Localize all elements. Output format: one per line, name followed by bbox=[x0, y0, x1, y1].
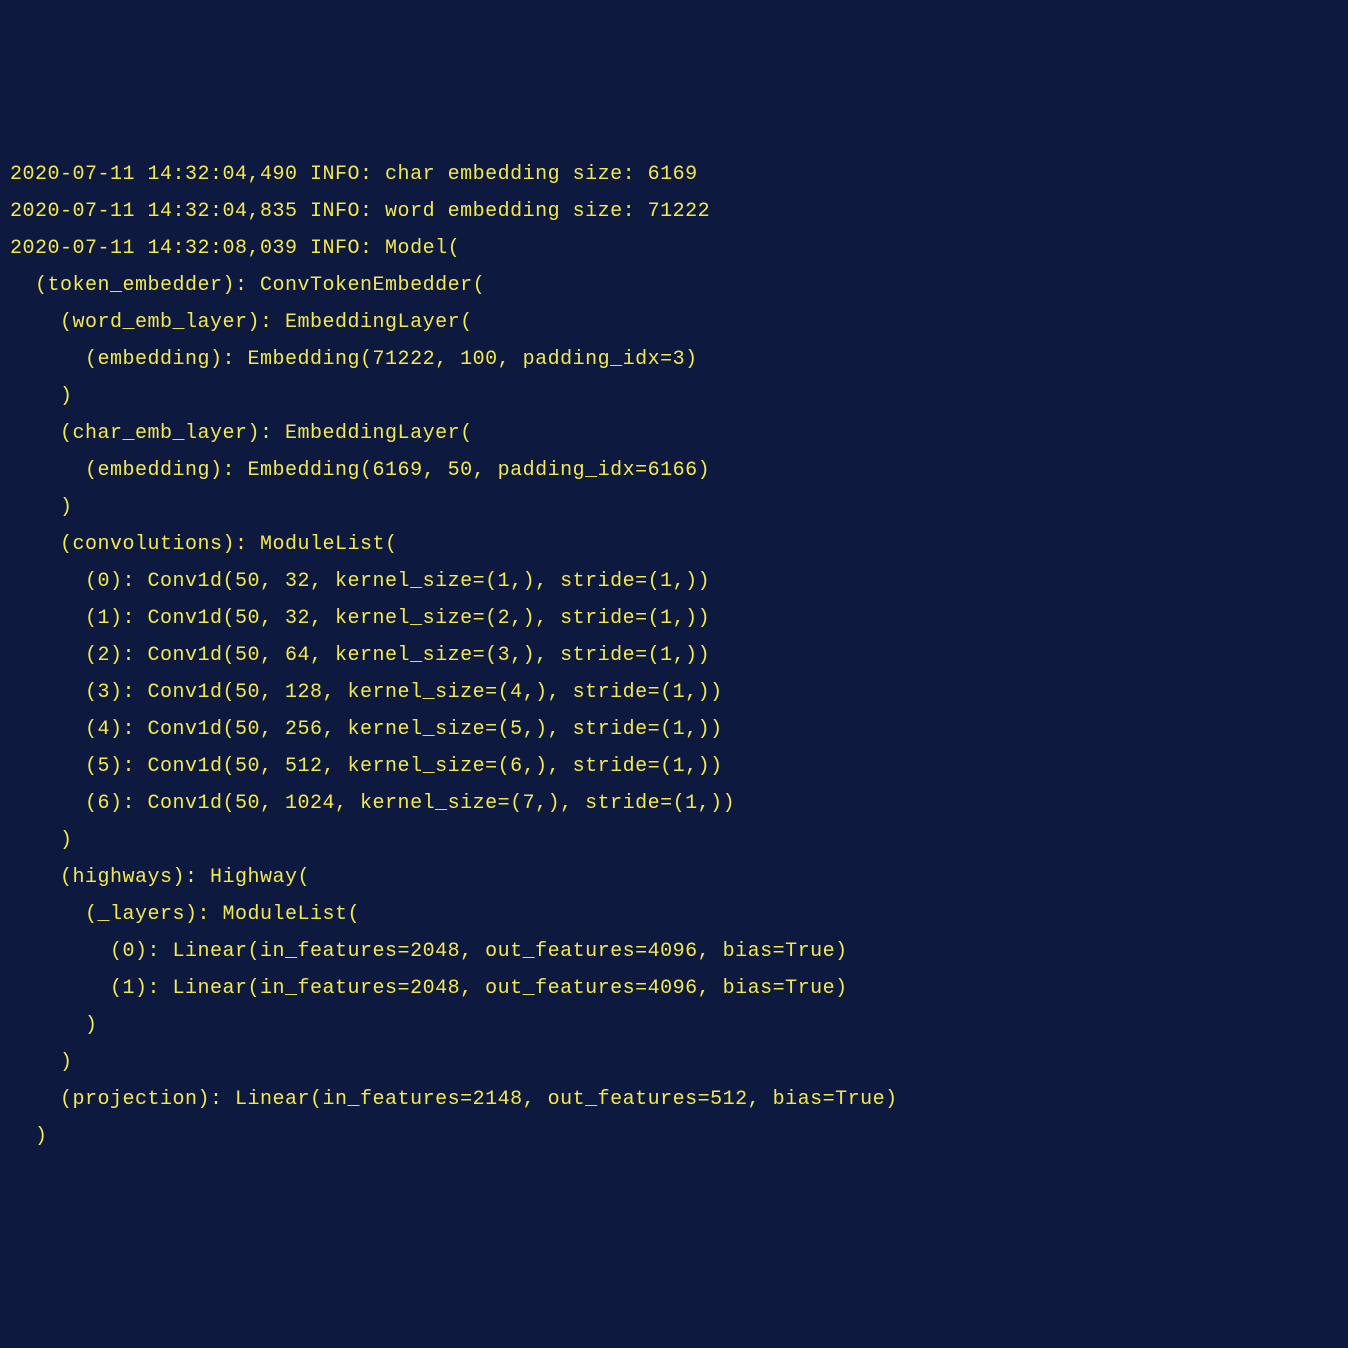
log-line: (0): Conv1d(50, 32, kernel_size=(1,), st… bbox=[10, 563, 1338, 600]
log-line: (token_embedder): ConvTokenEmbedder( bbox=[10, 267, 1338, 304]
log-line: (1): Conv1d(50, 32, kernel_size=(2,), st… bbox=[10, 600, 1338, 637]
log-line: ) bbox=[10, 822, 1338, 859]
log-line: (convolutions): ModuleList( bbox=[10, 526, 1338, 563]
log-line: (6): Conv1d(50, 1024, kernel_size=(7,), … bbox=[10, 785, 1338, 822]
log-line: (char_emb_layer): EmbeddingLayer( bbox=[10, 415, 1338, 452]
log-line: ) bbox=[10, 1118, 1338, 1155]
log-line: (3): Conv1d(50, 128, kernel_size=(4,), s… bbox=[10, 674, 1338, 711]
log-line: ) bbox=[10, 489, 1338, 526]
log-line: 2020-07-11 14:32:08,039 INFO: Model( bbox=[10, 230, 1338, 267]
log-line: (embedding): Embedding(6169, 50, padding… bbox=[10, 452, 1338, 489]
log-line: ) bbox=[10, 1044, 1338, 1081]
log-line: ) bbox=[10, 378, 1338, 415]
log-line: (2): Conv1d(50, 64, kernel_size=(3,), st… bbox=[10, 637, 1338, 674]
log-line: (word_emb_layer): EmbeddingLayer( bbox=[10, 304, 1338, 341]
log-line: (_layers): ModuleList( bbox=[10, 896, 1338, 933]
log-line: (0): Linear(in_features=2048, out_featur… bbox=[10, 933, 1338, 970]
terminal-output[interactable]: 2020-07-11 14:32:04,490 INFO: char embed… bbox=[10, 156, 1338, 1155]
log-line: (embedding): Embedding(71222, 100, paddi… bbox=[10, 341, 1338, 378]
log-line: (1): Linear(in_features=2048, out_featur… bbox=[10, 970, 1338, 1007]
log-line: 2020-07-11 14:32:04,835 INFO: word embed… bbox=[10, 193, 1338, 230]
log-line: ) bbox=[10, 1007, 1338, 1044]
log-line: (4): Conv1d(50, 256, kernel_size=(5,), s… bbox=[10, 711, 1338, 748]
log-line: (5): Conv1d(50, 512, kernel_size=(6,), s… bbox=[10, 748, 1338, 785]
log-line: (highways): Highway( bbox=[10, 859, 1338, 896]
log-line: 2020-07-11 14:32:04,490 INFO: char embed… bbox=[10, 156, 1338, 193]
log-line: (projection): Linear(in_features=2148, o… bbox=[10, 1081, 1338, 1118]
